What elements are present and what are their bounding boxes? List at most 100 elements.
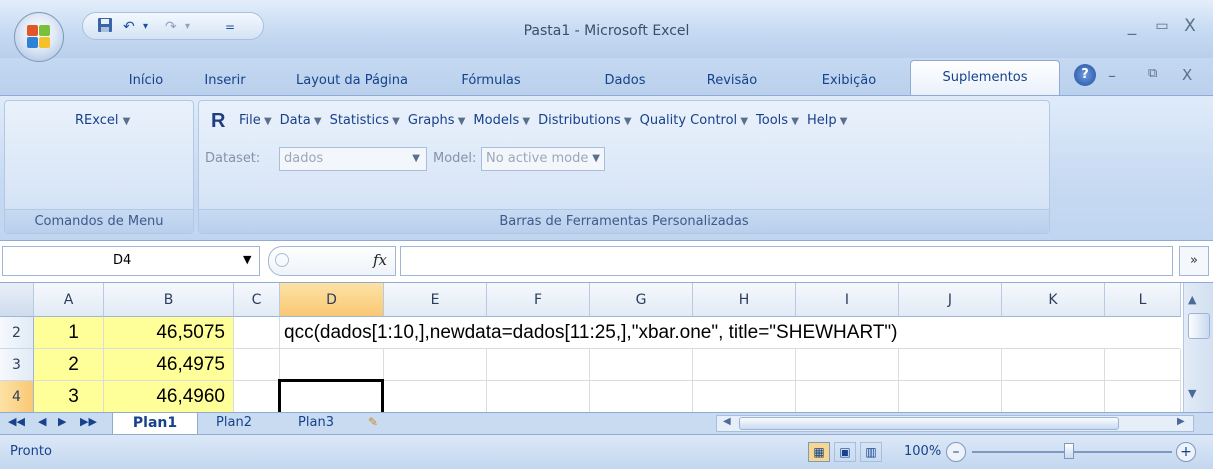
col-header-b[interactable]: B [104,283,234,317]
workbook-restore-button[interactable]: ⧉ [1148,66,1157,81]
cell-j4[interactable] [899,381,1002,413]
tab-inicio[interactable]: Início [116,68,176,94]
cell-f3[interactable] [487,349,590,381]
cell-d4-selected[interactable] [278,379,384,415]
help-icon[interactable]: ? [1074,64,1096,86]
r-menu-data[interactable]: Data ▼ [280,113,322,128]
redo-icon[interactable]: ↷ [165,17,177,37]
cell-g4[interactable] [590,381,693,413]
cell-k4[interactable] [1002,381,1105,413]
col-header-d[interactable]: D [280,283,384,317]
office-button[interactable] [14,12,64,62]
zoom-out-icon[interactable]: – [946,442,966,462]
tab-exibicao[interactable]: Exibição [804,68,894,94]
row-header-3[interactable]: 3 [0,349,34,381]
cell-f4[interactable] [487,381,590,413]
col-header-i[interactable]: I [796,283,899,317]
cell-d2[interactable]: qcc(dados[1:10,],newdata=dados[11:25,],"… [280,317,1180,349]
cell-i4[interactable] [796,381,899,413]
cell-a3[interactable]: 2 [34,349,104,381]
prev-sheet-icon[interactable]: ◀ [38,415,46,428]
rexcel-menu[interactable]: RExcel ▼ [75,113,130,128]
tab-layout[interactable]: Layout da Página [282,68,422,94]
row-header-2[interactable]: 2 [0,317,34,349]
cell-c3[interactable] [234,349,280,381]
r-menu-tools[interactable]: Tools ▼ [756,113,799,128]
sheet-tab-plan2[interactable]: Plan2 [206,413,262,435]
horizontal-scrollbar[interactable]: ◀ ▶ [716,415,1194,432]
tab-dados[interactable]: Dados [594,68,656,94]
tab-suplementos[interactable]: Suplementos [910,60,1060,96]
col-header-k[interactable]: K [1002,283,1105,317]
scroll-left-icon[interactable]: ◀ [723,416,731,427]
name-box[interactable]: D4 ▼ [2,246,260,276]
cell-l3[interactable] [1105,349,1181,381]
col-header-l[interactable]: L [1105,283,1181,317]
col-header-j[interactable]: J [899,283,1002,317]
zoom-level[interactable]: 100% [904,444,941,459]
workbook-close-button[interactable]: X [1182,66,1192,84]
next-sheet-icon[interactable]: ▶ [58,415,66,428]
cell-i3[interactable] [796,349,899,381]
formula-input[interactable] [400,246,1173,276]
insert-sheet-icon[interactable]: ✎ [368,415,378,429]
cell-c2[interactable] [234,317,280,349]
cell-b3[interactable]: 46,4975 [104,349,234,381]
sheet-tab-plan3[interactable]: Plan3 [288,413,344,435]
cell-a2[interactable]: 1 [34,317,104,349]
cell-h3[interactable] [693,349,796,381]
dataset-select[interactable]: dados ▼ [279,147,427,171]
fx-icon[interactable]: fx [373,251,387,269]
col-header-f[interactable]: F [487,283,590,317]
chevron-down-icon[interactable]: ▼ [243,253,251,266]
cell-g3[interactable] [590,349,693,381]
cell-b2[interactable]: 46,5075 [104,317,234,349]
undo-dropdown-icon[interactable]: ▾ [143,17,148,37]
undo-icon[interactable]: ↶ [123,17,135,37]
row-header-4[interactable]: 4 [0,381,34,413]
tab-formulas[interactable]: Fórmulas [446,68,536,94]
redo-dropdown-icon[interactable]: ▾ [185,17,190,37]
cell-h4[interactable] [693,381,796,413]
close-button[interactable]: X [1176,14,1204,38]
cell-e4[interactable] [384,381,487,413]
scroll-right-icon[interactable]: ▶ [1177,416,1185,427]
normal-view-icon[interactable]: ▦ [808,442,830,462]
select-all-corner[interactable] [0,283,34,317]
scroll-up-icon[interactable]: ▲ [1188,293,1196,306]
cell-k3[interactable] [1002,349,1105,381]
customize-qat-icon[interactable]: = [225,17,235,37]
r-menu-graphs[interactable]: Graphs ▼ [408,113,466,128]
r-menu-file[interactable]: File ▼ [239,113,272,128]
col-header-c[interactable]: C [234,283,280,317]
expand-formula-bar-icon[interactable]: » [1179,246,1209,276]
cell-a4[interactable]: 3 [34,381,104,413]
cell-j3[interactable] [899,349,1002,381]
horizontal-scroll-thumb[interactable] [739,417,1119,430]
save-icon[interactable] [97,17,113,37]
tab-revisao[interactable]: Revisão [694,68,770,94]
r-menu-help[interactable]: Help ▼ [807,113,848,128]
scroll-down-icon[interactable]: ▼ [1188,387,1196,400]
tab-inserir[interactable]: Inserir [192,68,258,94]
r-menu-distributions[interactable]: Distributions ▼ [538,113,632,128]
r-menu-quality-control[interactable]: Quality Control ▼ [640,113,748,128]
workbook-minimize-button[interactable]: – [1108,66,1116,85]
vertical-scroll-thumb[interactable] [1188,313,1210,339]
r-menu-models[interactable]: Models ▼ [473,113,530,128]
cell-c4[interactable] [234,381,280,413]
cell-d3[interactable] [280,349,384,381]
first-sheet-icon[interactable]: ◀◀ [8,415,25,428]
col-header-e[interactable]: E [384,283,487,317]
col-header-h[interactable]: H [693,283,796,317]
cancel-icon[interactable] [275,253,289,267]
col-header-g[interactable]: G [590,283,693,317]
zoom-slider-thumb[interactable] [1064,443,1074,459]
last-sheet-icon[interactable]: ▶▶ [80,415,97,428]
page-break-view-icon[interactable]: ▥ [860,442,882,462]
page-layout-view-icon[interactable]: ▣ [834,442,856,462]
minimize-button[interactable]: _ [1118,14,1146,38]
vertical-scrollbar[interactable]: ▲ ▼ [1183,283,1213,413]
col-header-a[interactable]: A [34,283,104,317]
zoom-in-icon[interactable]: + [1176,442,1196,462]
